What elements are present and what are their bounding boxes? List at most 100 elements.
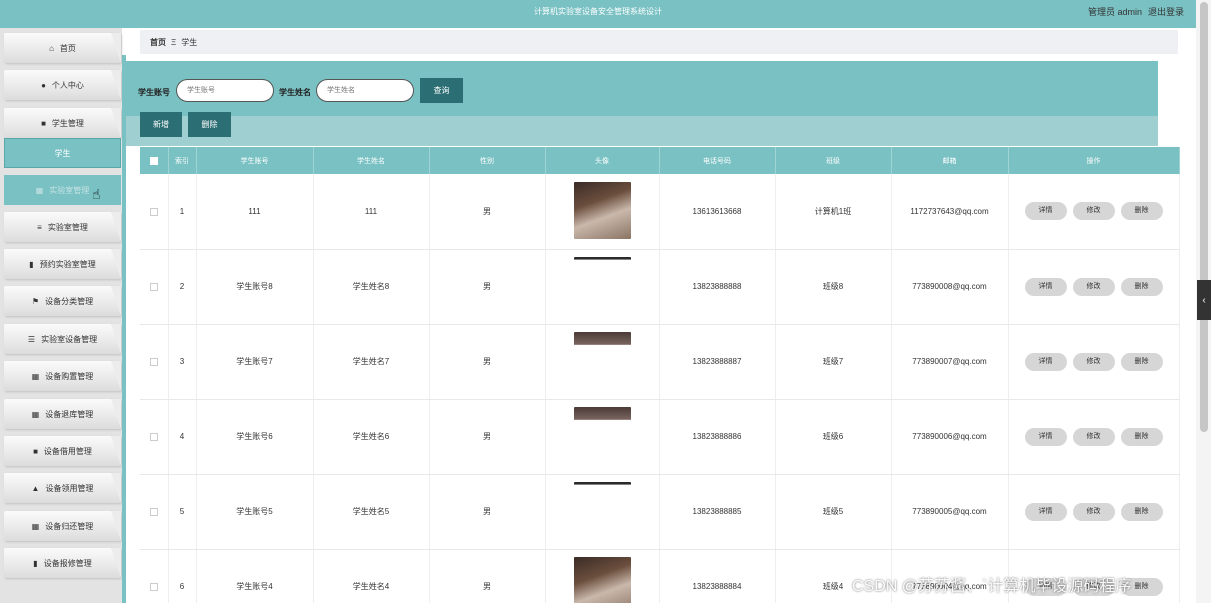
select-all-checkbox[interactable] [149, 156, 158, 165]
sidebar-item[interactable]: ● 个人中心 [4, 70, 121, 100]
mouse-cursor-icon: ☝ [92, 186, 101, 202]
sidebar-item[interactable]: ▦ 设备退库管理 [4, 399, 121, 429]
action-bar: 新增 删除 [126, 112, 1158, 146]
column-header: 操作 [1008, 147, 1180, 174]
operations-cell: 详情 修改 删除 [1008, 174, 1180, 250]
name-search-input[interactable] [316, 79, 414, 102]
column-header: 学生账号 [196, 147, 314, 174]
sidebar-item[interactable]: ▮ 设备报修管理 [4, 548, 121, 578]
edit-button[interactable]: 修改 [1072, 352, 1115, 371]
email-cell: 773890007@qq.com [891, 324, 1009, 400]
row-select-cell[interactable] [140, 249, 169, 325]
sidebar-item-label: 个人中心 [51, 80, 84, 90]
detail-button[interactable]: 详情 [1024, 427, 1067, 446]
account-cell: 学生账号5 [196, 474, 314, 550]
row-delete-button[interactable]: 删除 [1120, 502, 1163, 521]
index-cell: 3 [168, 324, 197, 400]
row-select-cell[interactable] [140, 324, 169, 400]
sidebar-item[interactable]: ▲ 设备领用管理 [4, 473, 121, 503]
table-row: 3 学生账号7 学生姓名7 男 13823888887 班级7 773890007@qq.c… [140, 324, 1180, 400]
phone-cell: 13823888888 [659, 249, 776, 325]
operations-cell: 详情 修改 删除 [1008, 249, 1180, 325]
table-row: 5 学生账号5 学生姓名5 男 13823888885 班级5 773890005@qq.c… [140, 474, 1180, 550]
breadcrumb-home[interactable]: 首页 [150, 37, 166, 48]
phone-cell: 13823888885 [659, 474, 776, 550]
row-checkbox[interactable] [149, 282, 158, 291]
student-icon: ■ [41, 118, 46, 128]
sidebar-item[interactable]: ☰ 实验室设备管理 [4, 324, 121, 354]
detail-button[interactable]: 详情 [1024, 502, 1067, 521]
sidebar-item[interactable]: ▦ 设备购置管理 [4, 361, 121, 391]
row-checkbox[interactable] [149, 357, 158, 366]
table-row: 1 111 111 男 13613613668 计算机1班 1172737643@qq.co… [140, 174, 1180, 250]
account-cell: 学生账号4 [196, 549, 314, 603]
sidebar-item-label: 设备购置管理 [45, 371, 94, 381]
scrollbar-thumb[interactable] [1200, 2, 1208, 432]
row-checkbox[interactable] [149, 507, 158, 516]
grid-icon: ▦ [31, 371, 40, 381]
search-panel: 学生账号 学生姓名 查询 [126, 61, 1158, 116]
inbox-icon: ▲ [31, 483, 40, 493]
class-cell: 计算机1班 [775, 174, 892, 250]
row-delete-button[interactable]: 删除 [1120, 277, 1163, 296]
sidebar-item[interactable]: ▦ 设备归还管理 [4, 511, 121, 541]
avatar [573, 332, 631, 389]
row-delete-button[interactable]: 删除 [1120, 352, 1163, 371]
list-icon: ≡ [37, 222, 42, 232]
avatar [573, 181, 631, 239]
name-cell: 学生姓名8 [313, 249, 430, 325]
sidebar-item-label: 设备退库管理 [45, 409, 94, 419]
row-checkbox[interactable] [149, 432, 158, 441]
class-cell: 班级6 [775, 399, 892, 475]
row-select-cell[interactable] [140, 549, 169, 603]
row-checkbox[interactable] [149, 582, 158, 591]
select-all-header[interactable] [140, 147, 169, 174]
sidebar-item-label: 实验室设备管理 [41, 334, 98, 344]
student-table: 索引 学生账号 学生姓名 性别 头像 电话号码 班级 邮箱 操作 1 111 111… [140, 147, 1180, 603]
avatar-cell [545, 549, 660, 603]
edit-button[interactable]: 修改 [1072, 202, 1115, 221]
name-search-label: 学生姓名 [279, 88, 311, 97]
logout-link[interactable]: 退出登录 [1148, 5, 1184, 18]
edit-button[interactable]: 修改 [1072, 277, 1115, 296]
detail-button[interactable]: 详情 [1024, 352, 1067, 371]
sidebar-item[interactable]: 学生 [4, 138, 121, 168]
operations-cell: 详情 修改 删除 [1008, 324, 1180, 400]
sidebar-item[interactable]: ⌂ 首页 [4, 33, 121, 63]
account-search-input[interactable] [176, 79, 274, 102]
sidebar-item[interactable]: ▮ 预约实验室管理 [4, 249, 121, 279]
sidebar-item[interactable]: ■ 学生管理 [4, 108, 121, 138]
account-cell: 学生账号6 [196, 399, 314, 475]
breadcrumb-separator-icon: Ξ [171, 37, 177, 47]
row-delete-button[interactable]: 删除 [1120, 427, 1163, 446]
edit-button[interactable]: 修改 [1072, 427, 1115, 446]
row-select-cell[interactable] [140, 474, 169, 550]
column-header: 邮箱 [891, 147, 1009, 174]
phone-cell: 13823888886 [659, 399, 776, 475]
index-cell: 5 [168, 474, 197, 550]
row-checkbox[interactable] [149, 207, 158, 216]
avatar [573, 557, 631, 603]
detail-button[interactable]: 详情 [1024, 202, 1067, 221]
edit-button[interactable]: 修改 [1072, 502, 1115, 521]
sidebar-item[interactable]: ⚑ 设备分类管理 [4, 286, 121, 316]
breadcrumb-current: 学生 [181, 37, 198, 47]
column-header: 性别 [429, 147, 546, 174]
query-button[interactable]: 查询 [420, 78, 463, 103]
row-select-cell[interactable] [140, 174, 169, 250]
class-cell: 班级7 [775, 324, 892, 400]
add-button[interactable]: 新增 [140, 112, 182, 137]
phone-cell: 13823888887 [659, 324, 776, 400]
row-delete-button[interactable]: 删除 [1120, 202, 1163, 221]
account-cell: 111 [196, 174, 314, 250]
sidebar-item-label: 设备领用管理 [45, 483, 94, 493]
delete-button[interactable]: 删除 [188, 112, 231, 137]
row-select-cell[interactable] [140, 399, 169, 475]
collapse-chevron-icon[interactable]: ‹ [1197, 280, 1211, 320]
sidebar-item[interactable]: ▦ 实验室管理 [4, 175, 121, 205]
gender-cell: 男 [429, 474, 546, 550]
sidebar-item[interactable]: ≡ 实验室管理 [4, 212, 121, 242]
sidebar-item[interactable]: ■ 设备借用管理 [4, 436, 121, 466]
detail-button[interactable]: 详情 [1024, 277, 1067, 296]
grid-icon: ▦ [31, 521, 40, 531]
